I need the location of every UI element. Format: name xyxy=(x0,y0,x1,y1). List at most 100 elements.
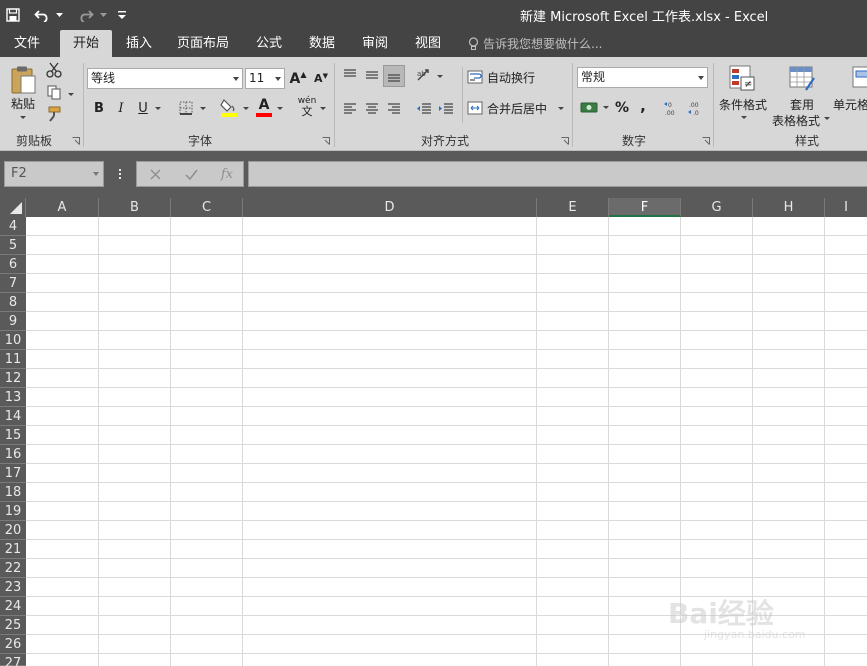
row-header[interactable]: 23 xyxy=(0,578,26,597)
row-header[interactable]: 4 xyxy=(0,217,26,236)
paste-label[interactable]: 粘贴 xyxy=(8,95,38,112)
row-header[interactable]: 17 xyxy=(0,464,26,483)
underline-button[interactable]: U xyxy=(134,97,152,119)
undo-dropdown[interactable] xyxy=(54,0,64,30)
paste-dropdown-arrow[interactable] xyxy=(20,116,26,119)
conditional-formatting-button[interactable]: ≠ xyxy=(726,62,758,94)
row-header[interactable]: 24 xyxy=(0,597,26,616)
undo-button[interactable] xyxy=(30,0,54,30)
decrease-decimal-button[interactable]: .00.0 xyxy=(686,97,706,119)
row-header[interactable]: 12 xyxy=(0,369,26,388)
row-header[interactable]: 18 xyxy=(0,483,26,502)
increase-decimal-button[interactable]: 0.00 xyxy=(662,97,682,119)
paste-button[interactable] xyxy=(6,63,40,97)
wrap-text-button[interactable]: 自动换行 xyxy=(467,67,543,87)
formula-input[interactable] xyxy=(248,161,867,187)
font-color-dropdown-arrow[interactable] xyxy=(277,107,283,110)
row-header[interactable]: 13 xyxy=(0,388,26,407)
fill-color-dropdown-arrow[interactable] xyxy=(243,107,249,110)
align-center-button[interactable] xyxy=(361,99,383,119)
fill-color-button[interactable] xyxy=(218,95,240,119)
row-header[interactable]: 16 xyxy=(0,445,26,464)
row-header[interactable]: 27 xyxy=(0,654,26,666)
redo-dropdown[interactable] xyxy=(98,0,108,30)
row-header[interactable]: 25 xyxy=(0,616,26,635)
row-header[interactable]: 15 xyxy=(0,426,26,445)
row-header[interactable]: 6 xyxy=(0,255,26,274)
borders-button[interactable] xyxy=(176,97,196,119)
decrease-indent-button[interactable] xyxy=(414,99,434,119)
column-header[interactable]: C xyxy=(171,198,243,217)
orientation-dropdown-arrow[interactable] xyxy=(437,75,443,78)
orientation-button[interactable]: ab xyxy=(414,65,434,85)
percent-style-button[interactable]: % xyxy=(612,97,632,119)
cut-button[interactable] xyxy=(44,61,64,79)
cell-styles-button[interactable] xyxy=(848,62,867,94)
merge-center-button[interactable]: 合并后居中 xyxy=(467,98,559,118)
cell-styles-label[interactable]: 单元格 xyxy=(833,96,867,113)
tab-page-layout[interactable]: 页面布局 xyxy=(170,30,236,57)
align-top-button[interactable] xyxy=(339,65,361,85)
italic-button[interactable]: I xyxy=(112,97,130,119)
column-header[interactable]: I xyxy=(825,198,867,217)
row-header[interactable]: 9 xyxy=(0,312,26,331)
row-header[interactable]: 22 xyxy=(0,559,26,578)
borders-dropdown-arrow[interactable] xyxy=(200,107,206,110)
font-name-dropdown[interactable]: 等线 xyxy=(87,68,243,89)
conditional-formatting-dropdown-arrow[interactable] xyxy=(741,116,747,119)
accounting-dropdown-arrow[interactable] xyxy=(603,106,609,109)
font-dialog-launcher-icon[interactable] xyxy=(322,137,330,145)
cancel-entry-button[interactable] xyxy=(137,162,173,186)
column-header[interactable]: G xyxy=(681,198,753,217)
column-header[interactable]: A xyxy=(26,198,99,217)
accounting-format-button[interactable] xyxy=(578,97,600,117)
font-color-button[interactable]: A xyxy=(254,95,274,119)
tab-insert[interactable]: 插入 xyxy=(116,30,162,57)
phonetic-dropdown-arrow[interactable] xyxy=(320,107,326,110)
copy-dropdown-arrow[interactable] xyxy=(68,93,74,96)
font-size-dropdown[interactable]: 11 xyxy=(245,68,285,89)
column-header[interactable]: E xyxy=(537,198,609,217)
row-header[interactable]: 20 xyxy=(0,521,26,540)
format-as-table-dropdown-arrow[interactable] xyxy=(824,117,830,120)
number-dialog-launcher-icon[interactable] xyxy=(702,137,710,145)
confirm-entry-button[interactable] xyxy=(173,162,209,186)
alignment-dialog-launcher-icon[interactable] xyxy=(561,137,569,145)
insert-function-button[interactable]: fx xyxy=(209,162,245,186)
column-header-selected[interactable]: F xyxy=(609,198,681,217)
align-right-button[interactable] xyxy=(383,99,405,119)
redo-button[interactable] xyxy=(74,0,98,30)
tell-me-search[interactable]: 告诉我您想要做什么... xyxy=(468,30,602,57)
merge-center-dropdown-arrow[interactable] xyxy=(558,107,564,110)
tab-home[interactable]: 开始 xyxy=(60,30,112,57)
tab-data[interactable]: 数据 xyxy=(299,30,345,57)
tab-formulas[interactable]: 公式 xyxy=(246,30,292,57)
increase-font-size-button[interactable]: A ▲ xyxy=(288,68,308,89)
tab-file[interactable]: 文件 xyxy=(3,30,51,57)
save-button[interactable] xyxy=(0,0,26,30)
format-painter-button[interactable] xyxy=(44,105,64,123)
increase-indent-button[interactable] xyxy=(436,99,456,119)
row-header[interactable]: 19 xyxy=(0,502,26,521)
clipboard-dialog-launcher-icon[interactable] xyxy=(72,137,80,145)
number-format-dropdown[interactable]: 常规 xyxy=(577,67,708,88)
row-header[interactable]: 11 xyxy=(0,350,26,369)
copy-button[interactable] xyxy=(44,83,64,101)
align-bottom-button[interactable] xyxy=(383,65,405,87)
format-as-table-button[interactable] xyxy=(786,62,818,94)
customize-qat-button[interactable] xyxy=(114,0,130,30)
name-box[interactable]: F2 xyxy=(4,161,104,187)
column-header[interactable]: H xyxy=(753,198,825,217)
format-as-table-label-line2[interactable]: 表格格式 xyxy=(770,112,822,129)
column-header[interactable]: B xyxy=(99,198,171,217)
tab-view[interactable]: 视图 xyxy=(405,30,451,57)
align-middle-button[interactable] xyxy=(361,65,383,85)
row-header[interactable]: 26 xyxy=(0,635,26,654)
bold-button[interactable]: B xyxy=(90,97,108,119)
more-options-icon[interactable] xyxy=(114,161,126,187)
format-as-table-label-line1[interactable]: 套用 xyxy=(784,96,820,113)
row-header[interactable]: 7 xyxy=(0,274,26,293)
comma-style-button[interactable]: , xyxy=(634,95,652,117)
phonetic-guide-button[interactable]: wén 文 xyxy=(296,95,318,119)
row-header[interactable]: 21 xyxy=(0,540,26,559)
